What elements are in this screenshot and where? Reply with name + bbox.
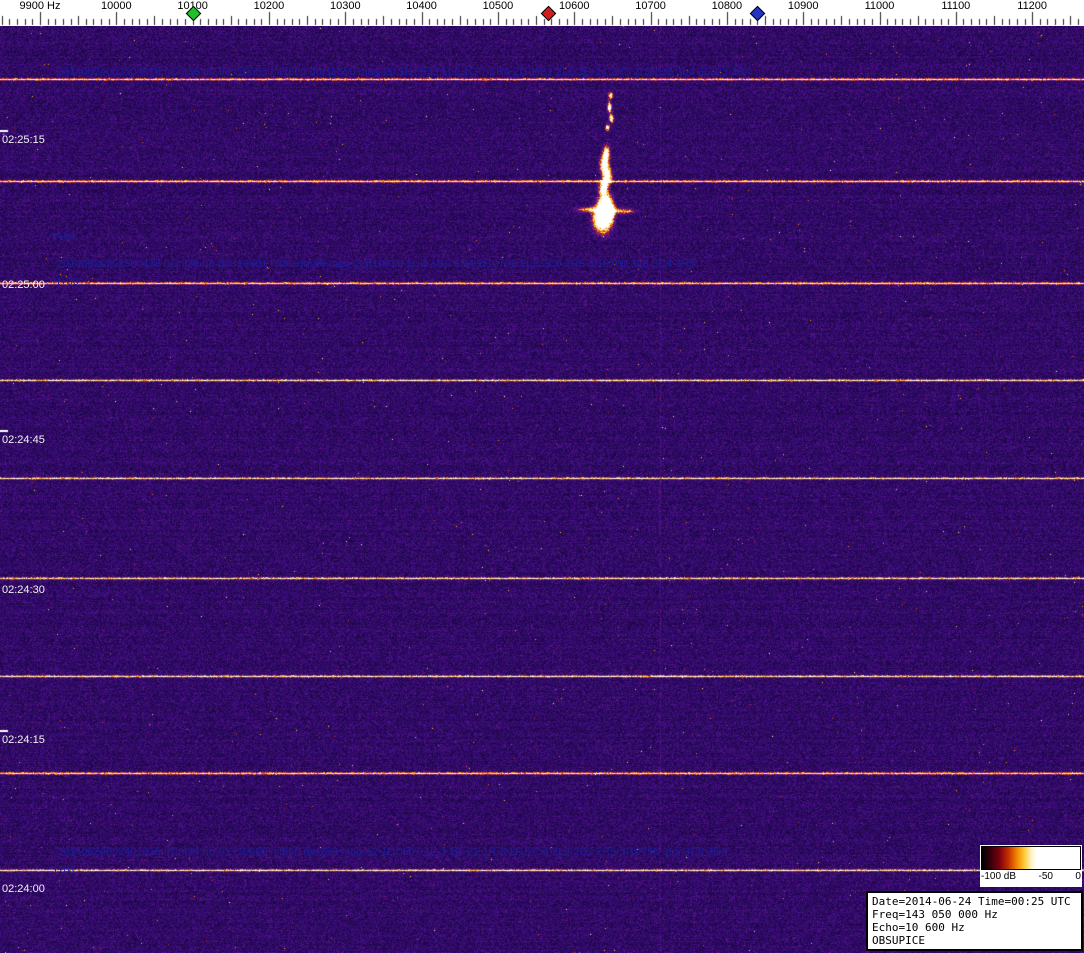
freq-tick-label: 10000 (101, 0, 132, 12)
freq-tick-label: 10200 (253, 0, 285, 12)
time-label: 02:24:45 (2, 434, 45, 446)
info-observer-line: OBSUPICE (872, 934, 925, 947)
colorbar-gradient (981, 846, 1081, 870)
freq-tick-label: 10500 (482, 0, 514, 12)
time-label: 02:24:00 (2, 883, 45, 895)
info-echo-line: Echo=10 600 Hz (872, 921, 965, 934)
freq-tick-label: 11200 (1017, 0, 1048, 12)
detection-annotation: 20140624002401316 hCnt34 nb-91 f10610 hi… (57, 846, 728, 858)
time-label: 02:24:30 (2, 584, 45, 596)
colorbar-labels: -100 dB -50 0 (981, 871, 1081, 882)
colorbar-min-label: -100 dB (981, 871, 1017, 882)
freq-tick-label: 11100 (941, 0, 971, 12)
frequency-ruler: 9900 Hz100001010010200103001040010500106… (0, 0, 1084, 26)
freq-tick-label: 10400 (406, 0, 437, 12)
colorbar-legend: -100 dB -50 0 (980, 845, 1082, 887)
time-label: 02:24:15 (2, 734, 45, 746)
freq-tick-label: 10600 (558, 0, 590, 12)
freq-tick-label: 10300 (329, 0, 361, 12)
station-info-box: Date=2014-06-24 Time=00:25 UTC Freq=143 … (866, 891, 1083, 951)
colorbar-mid-label: -50 (1038, 871, 1053, 882)
detection-annotation: ^t+04 (49, 231, 76, 243)
spectrogram-display: 9900 Hz100001010010200103001040010500106… (0, 0, 1084, 953)
freq-tick-label: 10700 (635, 0, 666, 12)
freq-tick-label: 10900 (787, 0, 819, 12)
detection-annotation: ^t+01 (49, 864, 76, 876)
freq-tick-label: 9900 Hz (19, 0, 61, 12)
info-freq-line: Freq=143 050 000 Hz (872, 908, 998, 921)
waterfall-canvas (0, 26, 1084, 953)
colorbar-max-label: 0 (1075, 871, 1081, 882)
detection-annotation: 20140624002500416 hCnt35 nb-86 f10601 hi… (57, 258, 696, 270)
detection-annotation: ^t+00 (52, 276, 79, 288)
info-date-line: Date=2014-06-24 Time=00:25 UTC (872, 895, 1071, 908)
freq-tick-label: 10800 (711, 0, 743, 12)
detection-annotation: 20140624002504916 hCnt36 nb-90 f10633 hi… (57, 66, 751, 78)
time-label: 02:25:15 (2, 134, 45, 146)
freq-tick-label: 11000 (864, 0, 895, 12)
time-label: 02:25:00 (2, 279, 45, 291)
